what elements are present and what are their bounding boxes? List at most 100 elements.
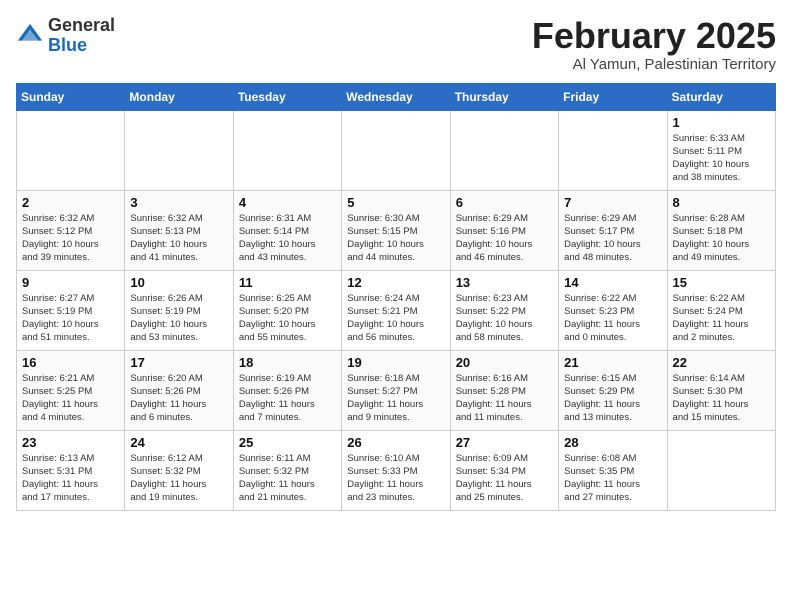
day-number: 13 <box>456 275 553 290</box>
day-info: Sunrise: 6:22 AM Sunset: 5:24 PM Dayligh… <box>673 292 770 345</box>
day-info: Sunrise: 6:10 AM Sunset: 5:33 PM Dayligh… <box>347 452 444 505</box>
day-number: 23 <box>22 435 119 450</box>
header-day-saturday: Saturday <box>667 83 775 110</box>
calendar-cell: 6 Sunrise: 6:29 AM Sunset: 5:16 PM Daylig… <box>450 190 558 270</box>
calendar-body: 1Sunrise: 6:33 AM Sunset: 5:11 PM Daylig… <box>17 110 776 510</box>
calendar-cell: 23 Sunrise: 6:13 AM Sunset: 5:31 PM Dayli… <box>17 430 125 510</box>
calendar-cell: 26 Sunrise: 6:10 AM Sunset: 5:33 PM Dayli… <box>342 430 450 510</box>
day-info: Sunrise: 6:12 AM Sunset: 5:32 PM Dayligh… <box>130 452 227 505</box>
title-area: February 2025 Al Yamun, Palestinian Terr… <box>532 16 776 73</box>
day-number: 9 <box>22 275 119 290</box>
calendar-cell: 8 Sunrise: 6:28 AM Sunset: 5:18 PM Daylig… <box>667 190 775 270</box>
header-day-thursday: Thursday <box>450 83 558 110</box>
calendar-cell: 11 Sunrise: 6:25 AM Sunset: 5:20 PM Dayli… <box>233 270 341 350</box>
calendar-cell: 28 Sunrise: 6:08 AM Sunset: 5:35 PM Dayli… <box>559 430 667 510</box>
day-info: Sunrise: 6:21 AM Sunset: 5:25 PM Dayligh… <box>22 372 119 425</box>
day-info: Sunrise: 6:26 AM Sunset: 5:19 PM Dayligh… <box>130 292 227 345</box>
day-number: 18 <box>239 355 336 370</box>
calendar-cell: 2 Sunrise: 6:32 AM Sunset: 5:12 PM Daylig… <box>17 190 125 270</box>
day-info: Sunrise: 6:15 AM Sunset: 5:29 PM Dayligh… <box>564 372 661 425</box>
day-info: Sunrise: 6:19 AM Sunset: 5:26 PM Dayligh… <box>239 372 336 425</box>
day-number: 8 <box>673 195 770 210</box>
calendar-cell: 16 Sunrise: 6:21 AM Sunset: 5:25 PM Dayli… <box>17 350 125 430</box>
calendar-table: SundayMondayTuesdayWednesdayThursdayFrid… <box>16 83 776 511</box>
day-number: 17 <box>130 355 227 370</box>
day-info: Sunrise: 6:09 AM Sunset: 5:34 PM Dayligh… <box>456 452 553 505</box>
calendar-header-row: SundayMondayTuesdayWednesdayThursdayFrid… <box>17 83 776 110</box>
calendar-cell <box>233 110 341 190</box>
calendar-cell: 3 Sunrise: 6:32 AM Sunset: 5:13 PM Daylig… <box>125 190 233 270</box>
day-number: 28 <box>564 435 661 450</box>
header-day-wednesday: Wednesday <box>342 83 450 110</box>
day-number: 4 <box>239 195 336 210</box>
calendar-cell <box>125 110 233 190</box>
day-info: Sunrise: 6:29 AM Sunset: 5:16 PM Dayligh… <box>456 212 553 265</box>
calendar-cell <box>17 110 125 190</box>
calendar-cell <box>667 430 775 510</box>
calendar-cell <box>450 110 558 190</box>
logo-blue-text: Blue <box>48 36 115 56</box>
day-info: Sunrise: 6:25 AM Sunset: 5:20 PM Dayligh… <box>239 292 336 345</box>
calendar-week-row: 1Sunrise: 6:33 AM Sunset: 5:11 PM Daylig… <box>17 110 776 190</box>
logo-icon <box>16 22 44 50</box>
day-number: 19 <box>347 355 444 370</box>
calendar-week-row: 9 Sunrise: 6:27 AM Sunset: 5:19 PM Daylig… <box>17 270 776 350</box>
calendar-cell: 1Sunrise: 6:33 AM Sunset: 5:11 PM Daylig… <box>667 110 775 190</box>
day-info: Sunrise: 6:20 AM Sunset: 5:26 PM Dayligh… <box>130 372 227 425</box>
calendar-cell: 9 Sunrise: 6:27 AM Sunset: 5:19 PM Daylig… <box>17 270 125 350</box>
day-number: 11 <box>239 275 336 290</box>
day-info: Sunrise: 6:32 AM Sunset: 5:12 PM Dayligh… <box>22 212 119 265</box>
day-info: Sunrise: 6:13 AM Sunset: 5:31 PM Dayligh… <box>22 452 119 505</box>
calendar-cell: 10 Sunrise: 6:26 AM Sunset: 5:19 PM Dayli… <box>125 270 233 350</box>
day-number: 26 <box>347 435 444 450</box>
header-day-friday: Friday <box>559 83 667 110</box>
calendar-cell: 5Sunrise: 6:30 AM Sunset: 5:15 PM Daylig… <box>342 190 450 270</box>
day-number: 2 <box>22 195 119 210</box>
day-info: Sunrise: 6:23 AM Sunset: 5:22 PM Dayligh… <box>456 292 553 345</box>
calendar-cell: 17 Sunrise: 6:20 AM Sunset: 5:26 PM Dayli… <box>125 350 233 430</box>
day-info: Sunrise: 6:29 AM Sunset: 5:17 PM Dayligh… <box>564 212 661 265</box>
day-number: 10 <box>130 275 227 290</box>
calendar-cell <box>342 110 450 190</box>
day-number: 25 <box>239 435 336 450</box>
logo: General Blue <box>16 16 115 56</box>
day-info: Sunrise: 6:32 AM Sunset: 5:13 PM Dayligh… <box>130 212 227 265</box>
day-number: 20 <box>456 355 553 370</box>
header-day-monday: Monday <box>125 83 233 110</box>
calendar-cell: 12Sunrise: 6:24 AM Sunset: 5:21 PM Dayli… <box>342 270 450 350</box>
calendar-cell: 22Sunrise: 6:14 AM Sunset: 5:30 PM Dayli… <box>667 350 775 430</box>
day-number: 15 <box>673 275 770 290</box>
day-number: 7 <box>564 195 661 210</box>
day-number: 3 <box>130 195 227 210</box>
day-number: 14 <box>564 275 661 290</box>
calendar-week-row: 2 Sunrise: 6:32 AM Sunset: 5:12 PM Daylig… <box>17 190 776 270</box>
day-info: Sunrise: 6:16 AM Sunset: 5:28 PM Dayligh… <box>456 372 553 425</box>
day-info: Sunrise: 6:22 AM Sunset: 5:23 PM Dayligh… <box>564 292 661 345</box>
calendar-cell: 14 Sunrise: 6:22 AM Sunset: 5:23 PM Dayli… <box>559 270 667 350</box>
day-number: 6 <box>456 195 553 210</box>
calendar-week-row: 23 Sunrise: 6:13 AM Sunset: 5:31 PM Dayli… <box>17 430 776 510</box>
calendar-subtitle: Al Yamun, Palestinian Territory <box>532 56 776 73</box>
day-number: 1 <box>673 115 770 130</box>
header-day-tuesday: Tuesday <box>233 83 341 110</box>
calendar-cell: 18 Sunrise: 6:19 AM Sunset: 5:26 PM Dayli… <box>233 350 341 430</box>
calendar-title: February 2025 <box>532 16 776 56</box>
day-number: 12 <box>347 275 444 290</box>
day-number: 27 <box>456 435 553 450</box>
day-info: Sunrise: 6:14 AM Sunset: 5:30 PM Dayligh… <box>673 372 770 425</box>
calendar-cell: 27 Sunrise: 6:09 AM Sunset: 5:34 PM Dayli… <box>450 430 558 510</box>
calendar-cell: 4 Sunrise: 6:31 AM Sunset: 5:14 PM Daylig… <box>233 190 341 270</box>
day-number: 16 <box>22 355 119 370</box>
day-number: 21 <box>564 355 661 370</box>
calendar-cell: 21 Sunrise: 6:15 AM Sunset: 5:29 PM Dayli… <box>559 350 667 430</box>
calendar-cell: 19 Sunrise: 6:18 AM Sunset: 5:27 PM Dayli… <box>342 350 450 430</box>
day-info: Sunrise: 6:08 AM Sunset: 5:35 PM Dayligh… <box>564 452 661 505</box>
day-number: 24 <box>130 435 227 450</box>
day-info: Sunrise: 6:31 AM Sunset: 5:14 PM Dayligh… <box>239 212 336 265</box>
day-info: Sunrise: 6:18 AM Sunset: 5:27 PM Dayligh… <box>347 372 444 425</box>
calendar-cell: 15 Sunrise: 6:22 AM Sunset: 5:24 PM Dayli… <box>667 270 775 350</box>
logo-general-text: General <box>48 16 115 36</box>
calendar-cell: 13 Sunrise: 6:23 AM Sunset: 5:22 PM Dayli… <box>450 270 558 350</box>
day-info: Sunrise: 6:28 AM Sunset: 5:18 PM Dayligh… <box>673 212 770 265</box>
day-info: Sunrise: 6:27 AM Sunset: 5:19 PM Dayligh… <box>22 292 119 345</box>
